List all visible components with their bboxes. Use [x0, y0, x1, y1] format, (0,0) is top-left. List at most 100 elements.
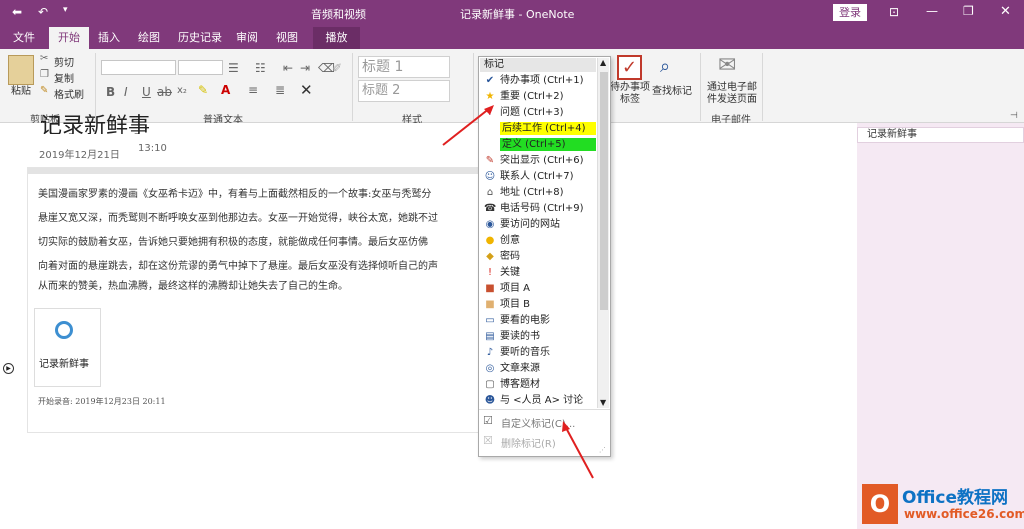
tab-review[interactable]: 审阅 [230, 27, 264, 49]
tag-item-icon: ☎ [484, 203, 497, 214]
signin-button[interactable]: 登录 [833, 4, 867, 21]
tag-item[interactable]: ● 创意 [482, 233, 606, 249]
todo-tag-icon[interactable]: ✓ [617, 55, 642, 80]
tab-playback[interactable]: 播放 [313, 27, 360, 49]
tag-item-label: 联系人 (Ctrl+7) [500, 171, 574, 182]
subscript-icon[interactable]: x₂ [177, 85, 187, 96]
format-painter-button[interactable]: 格式刷 [54, 86, 84, 101]
tag-item-label: 重要 (Ctrl+2) [500, 91, 564, 102]
note-container[interactable]: 美国漫画家罗素的漫画《女巫希卡迈》中，有着与上面截然相反的一个故事:女巫与秃鹫分… [27, 167, 487, 433]
tag-item-label: 关键 [500, 267, 520, 278]
tag-item-label: 创意 [500, 235, 520, 246]
tag-item[interactable]: ☎ 电话号码 (Ctrl+9) [482, 201, 606, 217]
pages-pane: 记录新鲜事 [857, 123, 1024, 529]
page-tab-item[interactable]: 记录新鲜事 [857, 127, 1024, 143]
restore-icon[interactable]: ❐ [963, 4, 974, 18]
tag-item[interactable]: ◉ 要访问的网站 [482, 217, 606, 233]
undo-icon[interactable]: ↶ [38, 5, 48, 19]
find-tags-button[interactable]: 查找标记 [652, 82, 692, 97]
email-page-button[interactable]: 通过电子邮件发送页面 [704, 82, 760, 106]
note-container-handle[interactable] [28, 168, 486, 174]
remove-tag-item[interactable]: 删除标记(R) [501, 435, 556, 450]
minimize-icon[interactable]: — [926, 4, 938, 18]
tag-item[interactable]: 后续工作 (Ctrl+4) [482, 121, 606, 137]
numbering-icon[interactable]: ☷ [255, 61, 266, 75]
tag-item[interactable]: ✎ 突出显示 (Ctrl+6) [482, 153, 606, 169]
tab-file[interactable]: 文件 [7, 27, 41, 49]
delete-icon[interactable]: ≣ [275, 83, 285, 97]
page-date: 2019年12月21日 [39, 150, 120, 161]
tag-item[interactable]: ▭ 要看的电影 [482, 313, 606, 329]
tag-item[interactable]: ◎ 文章来源 [482, 361, 606, 377]
window-title: 记录新鲜事 - OneNote [460, 8, 575, 21]
tag-item[interactable]: ▤ 要读的书 [482, 329, 606, 345]
tag-item[interactable]: ☺ 联系人 (Ctrl+7) [482, 169, 606, 185]
tag-item[interactable]: ?问题 (Ctrl+3) [482, 105, 606, 121]
tag-item-label: 定义 (Ctrl+5) [500, 138, 596, 151]
audio-icon [55, 321, 73, 339]
underline-button[interactable]: U [142, 85, 151, 99]
pin-ribbon-icon[interactable]: ⊣ [1010, 111, 1018, 121]
italic-button[interactable]: I [124, 85, 128, 99]
tag-item[interactable]: ⌂ 地址 (Ctrl+8) [482, 185, 606, 201]
tag-item[interactable]: ■ 项目 A [482, 281, 606, 297]
note-line: 悬崖又宽又深，而秃鹫则不断呼唤女巫到他那边去。女巫一开始觉得，峡谷太宽，她跳不过 [38, 213, 438, 224]
tab-draw[interactable]: 绘图 [132, 27, 166, 49]
tag-item-icon: ☻ [484, 395, 496, 406]
tab-history[interactable]: 历史记录 [172, 27, 228, 49]
tag-item[interactable]: ◆ 密码 [482, 249, 606, 265]
tab-insert[interactable]: 插入 [92, 27, 126, 49]
clear-icon[interactable]: ✕ [300, 81, 313, 99]
ribbon-display-icon[interactable]: ⊡ [889, 5, 899, 19]
style-heading1[interactable]: 标题 1 [358, 56, 450, 78]
quick-access-dropdown-icon[interactable]: ▾ [63, 5, 68, 15]
tag-item[interactable]: ★ 重要 (Ctrl+2) [482, 89, 606, 105]
email-icon[interactable]: ✉ [718, 53, 736, 78]
font-size-box[interactable] [178, 60, 223, 75]
tag-item-icon: ✔ [485, 75, 495, 86]
align-icon[interactable]: ≡ [248, 83, 258, 97]
tag-item[interactable]: ! 关键 [482, 265, 606, 281]
font-family-box[interactable] [101, 60, 176, 75]
highlight-icon[interactable]: ✎ [198, 83, 208, 97]
indent-icon[interactable]: ⇥ [300, 61, 310, 75]
custom-tag-icon: ☑ [483, 414, 493, 427]
bullets-icon[interactable]: ☰ [228, 61, 239, 75]
style-heading2[interactable]: 标题 2 [358, 80, 450, 102]
tab-home[interactable]: 开始 [49, 27, 89, 49]
strikethrough-icon[interactable]: ab [157, 85, 172, 99]
recording-info: 开始录音: 2019年12月23日 20:11 [38, 397, 166, 406]
todo-tag-button[interactable]: 待办事项标签 [608, 82, 652, 106]
back-icon[interactable]: ⬅ [12, 5, 22, 19]
tab-view[interactable]: 视图 [270, 27, 304, 49]
tag-item[interactable]: ■ 项目 B [482, 297, 606, 313]
copy-button[interactable]: 复制 [54, 70, 74, 85]
tag-item-label: 文章来源 [500, 363, 540, 374]
font-color-icon[interactable]: A [221, 83, 230, 97]
play-icon[interactable]: ▶ [3, 363, 14, 374]
tag-item[interactable]: ✔ 待办事项 (Ctrl+1) [482, 73, 606, 89]
page-time: 13:10 [138, 143, 167, 154]
paste-icon[interactable] [8, 55, 34, 85]
paste-button[interactable]: 粘贴 [11, 82, 31, 97]
tag-item[interactable]: ☻ 与 <人员 A> 讨论 [482, 393, 606, 409]
separator [762, 53, 763, 121]
find-tags-icon[interactable]: ⌕ [660, 56, 670, 77]
audio-file-card[interactable]: 记录新鲜事 [34, 308, 101, 387]
separator [352, 53, 353, 121]
tag-item-icon: ■ [485, 283, 495, 294]
tag-item[interactable]: 定义 (Ctrl+5) [482, 137, 606, 153]
tag-item[interactable]: ▢ 博客题材 [482, 377, 606, 393]
resize-grip-icon[interactable]: ⋰ [599, 446, 606, 454]
tag-item[interactable]: ♪ 要听的音乐 [482, 345, 606, 361]
bold-button[interactable]: B [106, 85, 115, 99]
watermark-url: www.office26.com [904, 507, 1024, 521]
outdent-icon[interactable]: ⇤ [283, 61, 293, 75]
tag-item-icon: ▭ [485, 315, 495, 326]
remove-tag-icon: ☒ [483, 434, 493, 447]
cut-button[interactable]: 剪切 [54, 54, 74, 69]
format-paint-icon[interactable]: ✐ [332, 61, 342, 75]
tag-item-icon: ■ [485, 299, 495, 310]
scroll-up-icon[interactable]: ▲ [600, 58, 606, 67]
close-icon[interactable]: ✕ [1000, 4, 1011, 19]
